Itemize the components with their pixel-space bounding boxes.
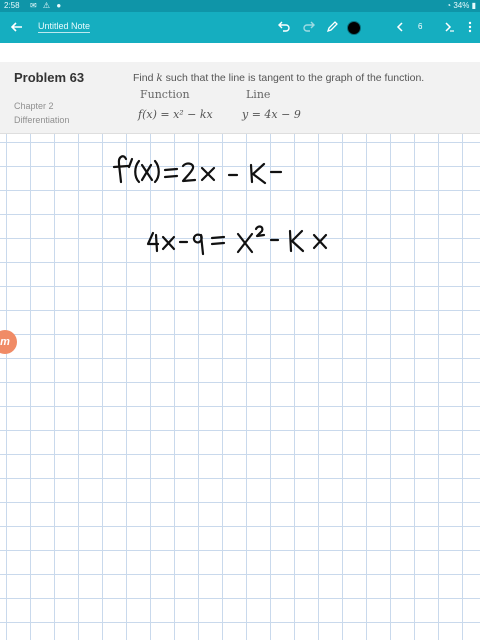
problem-panel: Problem 63 Chapter 2 Differentiation Fin… [0, 62, 480, 134]
undo-icon[interactable] [277, 20, 291, 34]
handwritten-line-1 [112, 155, 283, 185]
note-title[interactable]: Untitled Note [38, 21, 91, 33]
problem-title: Problem 63 [14, 70, 85, 85]
back-arrow-icon[interactable] [9, 19, 25, 35]
battery-icon: ▮ [471, 1, 476, 10]
page-number: 6 [418, 22, 423, 31]
more-options-icon[interactable] [463, 20, 477, 34]
wifi-icon: ◔ [446, 1, 452, 10]
line-column-header: Line [246, 88, 271, 101]
color-picker-button[interactable] [347, 21, 361, 35]
battery-indicator: ◔ 34% ▮ [446, 0, 476, 12]
status-time: 2:58 [4, 1, 20, 10]
function-expression: f(x) = x² − kx [138, 108, 213, 121]
previous-page-icon[interactable] [393, 20, 407, 34]
handwriting-layer [112, 155, 328, 256]
problem-chapter: Chapter 2 [14, 101, 54, 111]
handwritten-line-2 [146, 225, 328, 256]
question-prefix: Find [133, 72, 157, 84]
toolbar: Untitled Note 6 [0, 12, 480, 43]
notification-icons: ✉ ⚠ ● [30, 1, 64, 10]
problem-section: Differentiation [14, 115, 70, 125]
line-expression: y = 4x − 9 [242, 108, 301, 121]
next-page-icon[interactable] [441, 20, 455, 34]
redo-icon[interactable] [302, 20, 316, 34]
function-column-header: Function [140, 88, 190, 101]
battery-level: 34% [453, 1, 470, 10]
question-suffix: such that the line is tangent to the gra… [162, 72, 425, 84]
problem-question: Find k such that the line is tangent to … [133, 72, 424, 84]
status-bar: 2:58 ✉ ⚠ ● ◔ 34% ▮ [0, 0, 480, 12]
pen-icon[interactable] [325, 20, 339, 34]
